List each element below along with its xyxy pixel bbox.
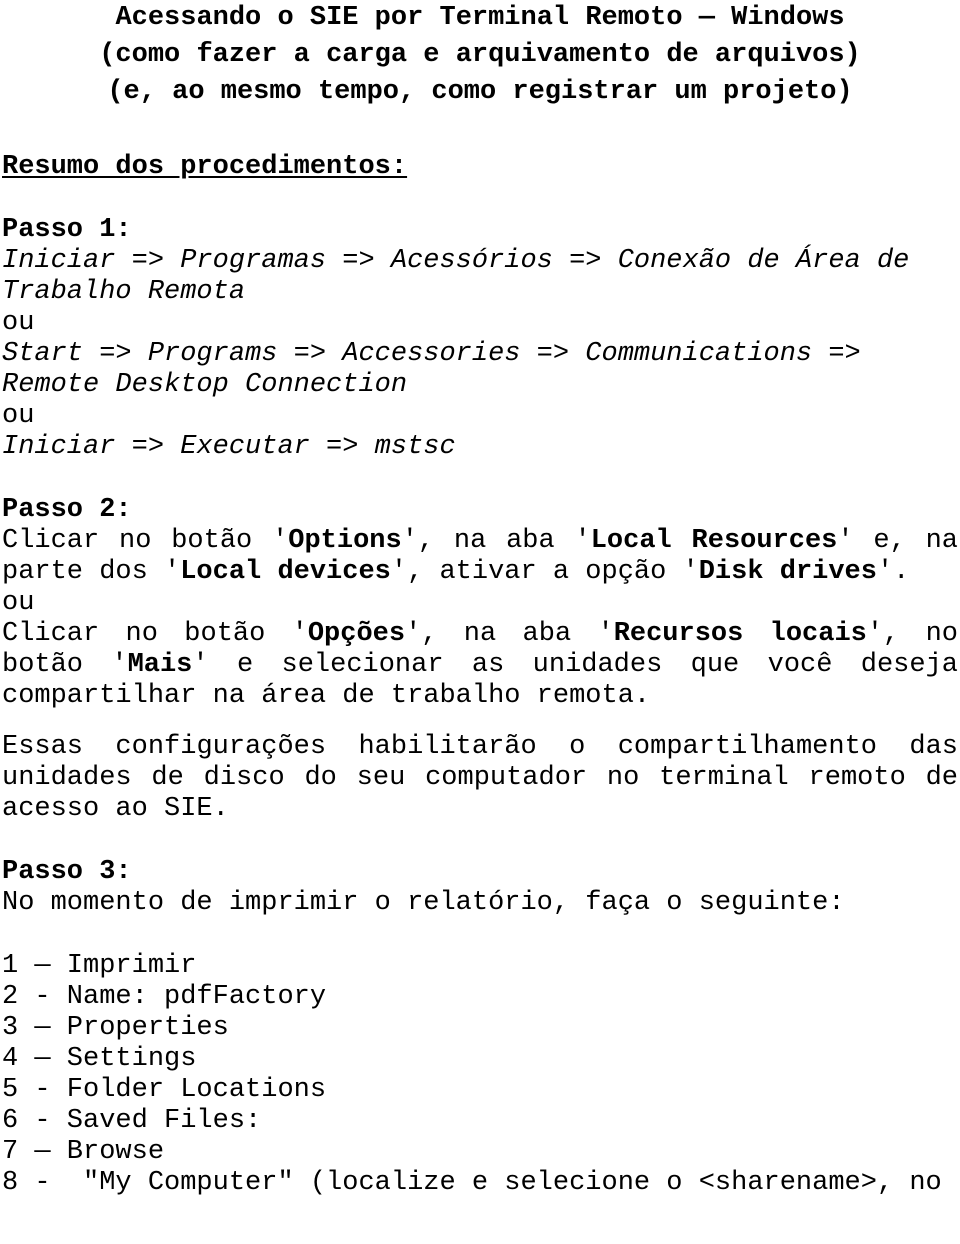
title-line-2: (como fazer a carga e arquivamento de ar… <box>99 40 861 70</box>
step-2-bold-local-resources: Local Resources <box>590 526 838 556</box>
step-2-text-mid-3: ', ativar a opção ' <box>390 557 699 587</box>
step-2b-bold-recursos-locais: Recursos locais <box>613 619 867 649</box>
title-line-1: Acessando o SIE por Terminal Remoto — Wi… <box>115 3 845 33</box>
list-item: 6 - Saved Files: <box>2 1106 262 1136</box>
list-item: 4 — Settings <box>2 1044 197 1074</box>
document-page: Acessando o SIE por Terminal Remoto — Wi… <box>0 0 960 1244</box>
step-2-paragraph-pt: Clicar no botão 'Opções', na aba 'Recurs… <box>2 619 958 712</box>
step-2-paragraph-pt-en: Clicar no botão 'Options', na aba 'Local… <box>2 526 958 588</box>
step-2b-text-mid-1: ', na aba ' <box>405 619 614 649</box>
step-2-bold-local-devices: Local devices <box>180 557 391 587</box>
spacer-after-title <box>0 111 960 151</box>
step-1-line-1: Iniciar => Programas => Acessórios => Co… <box>2 246 910 276</box>
spacer-after-step-2 <box>0 825 960 857</box>
list-item: 1 — Imprimir <box>2 951 197 981</box>
step-2-bold-disk-drives: Disk drives <box>698 557 877 587</box>
step-2-bold-options: Options <box>288 526 402 556</box>
summary-heading: Resumo dos procedimentos: <box>2 152 408 182</box>
list-item: 7 — Browse <box>2 1137 165 1167</box>
step-2-text-mid-1: ', na aba ' <box>401 526 591 556</box>
step-1-or-1: ou <box>2 308 35 338</box>
spacer-after-step-1 <box>0 463 960 495</box>
step-2-note: Essas configurações habilitarão o compar… <box>2 732 958 824</box>
list-item: 3 — Properties <box>2 1013 229 1043</box>
step-1-line-7: Iniciar => Executar => mstsc <box>2 432 456 462</box>
spacer-before-note <box>0 712 960 732</box>
spacer-after-summary-heading <box>0 183 960 215</box>
step-2b-text-pre: Clicar no botão ' <box>2 619 308 649</box>
step-1-or-2: ou <box>2 401 35 431</box>
list-item: 8 - "My Computer" (localize e selecione … <box>2 1168 942 1198</box>
step-3-intro: No momento de imprimir o relatório, faça… <box>2 888 845 918</box>
step-2-text-pre: Clicar no botão ' <box>2 526 289 556</box>
step-2-text-end: '. <box>876 557 910 587</box>
spacer-before-list <box>0 919 960 951</box>
list-item: 5 - Folder Locations <box>2 1075 327 1105</box>
step-1-line-2: Trabalho Remota <box>2 277 246 307</box>
step-2-label: Passo 2: <box>2 495 132 525</box>
list-item: 2 - Name: pdfFactory <box>2 982 327 1012</box>
document-title: Acessando o SIE por Terminal Remoto — Wi… <box>0 0 960 111</box>
step-2b-bold-opcoes: Opções <box>307 619 406 649</box>
title-line-3: (e, ao mesmo tempo, como registrar um pr… <box>107 77 853 107</box>
step-1-line-4: Start => Programs => Accessories => Comm… <box>2 339 861 369</box>
step-1-label: Passo 1: <box>2 215 132 245</box>
step-2b-bold-mais: Mais <box>127 650 193 680</box>
summary-heading-row: Resumo dos procedimentos: <box>0 151 960 183</box>
step-3-label: Passo 3: <box>2 857 132 887</box>
step-1-line-5: Remote Desktop Connection <box>2 370 408 400</box>
step-2-or: ou <box>2 588 35 618</box>
